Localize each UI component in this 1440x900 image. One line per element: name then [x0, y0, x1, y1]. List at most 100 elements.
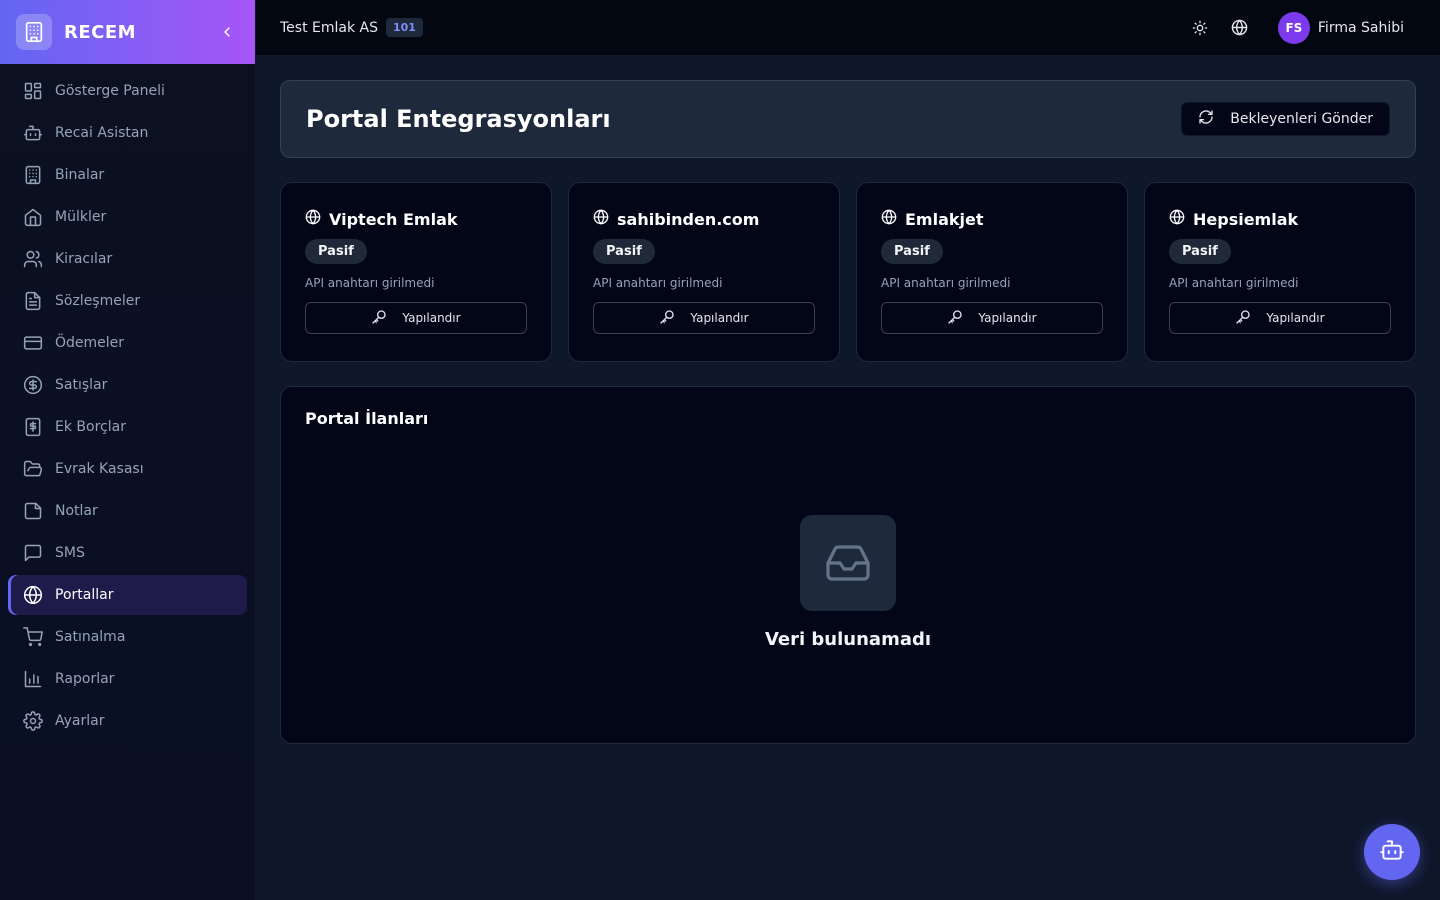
topbar-actions: FS Firma Sahibi	[1176, 11, 1416, 44]
listings-title: Portal İlanları	[305, 409, 429, 428]
page-title: Portal Entegrasyonları	[306, 105, 611, 133]
sidebar-item-label: Satınalma	[55, 629, 126, 645]
status-badge: Pasif	[1169, 239, 1231, 264]
configure-button[interactable]: Yapılandır	[881, 302, 1103, 334]
sidebar-item-label: Sözleşmeler	[55, 293, 141, 309]
portal-card-header: Hepsiemlak	[1169, 209, 1391, 229]
globe-icon	[881, 209, 897, 229]
brand-name: RECEM	[64, 21, 137, 43]
sidebar-item-recai-asistan[interactable]: Recai Asistan	[8, 113, 247, 153]
portal-card-header: Viptech Emlak	[305, 209, 527, 229]
sidebar-item-ayarlar[interactable]: Ayarlar	[8, 701, 247, 741]
sidebar-item-notlar[interactable]: Notlar	[8, 491, 247, 531]
sidebar-item-satinalma[interactable]: Satınalma	[8, 617, 247, 657]
receipt-dollar-icon	[22, 416, 44, 438]
brand-header: RECEM	[0, 0, 255, 64]
status-badge: Pasif	[593, 239, 655, 264]
configure-button[interactable]: Yapılandır	[1169, 302, 1391, 334]
portal-card-header: Emlakjet	[881, 209, 1103, 229]
globe-icon	[305, 209, 321, 229]
sidebar-item-label: Recai Asistan	[55, 125, 149, 141]
sidebar-item-portallar[interactable]: Portallar	[8, 575, 247, 615]
configure-button[interactable]: Yapılandır	[593, 302, 815, 334]
key-icon	[659, 309, 675, 328]
portal-card-emlakjet: Emlakjet Pasif API anahtarı girilmedi Ya…	[856, 182, 1128, 362]
status-badge: Pasif	[881, 239, 943, 264]
api-key-note: API anahtarı girilmedi	[593, 276, 723, 290]
sidebar-item-label: Evrak Kasası	[55, 461, 144, 477]
bar-chart-icon	[22, 668, 44, 690]
shopping-cart-icon	[22, 626, 44, 648]
sticky-note-icon	[22, 500, 44, 522]
sidebar-item-label: Ayarlar	[55, 713, 105, 729]
api-key-note: API anahtarı girilmedi	[881, 276, 1011, 290]
dashboard-grid-icon	[22, 80, 44, 102]
send-pending-label: Bekleyenleri Gönder	[1230, 111, 1373, 127]
credit-card-icon	[22, 332, 44, 354]
globe-icon	[1169, 209, 1185, 229]
portal-name: Emlakjet	[905, 209, 984, 229]
sidebar-item-raporlar[interactable]: Raporlar	[8, 659, 247, 699]
configure-label: Yapılandır	[1266, 311, 1325, 325]
sidebar-item-satislar[interactable]: Satışlar	[8, 365, 247, 405]
bot-icon	[1379, 837, 1405, 867]
assistant-fab-button[interactable]	[1364, 824, 1420, 880]
refresh-icon	[1198, 109, 1214, 129]
sidebar-item-label: Binalar	[55, 167, 105, 183]
portal-card-hepsiemlak: Hepsiemlak Pasif API anahtarı girilmedi …	[1144, 182, 1416, 362]
sidebar-item-gosterge-paneli[interactable]: Gösterge Paneli	[8, 71, 247, 111]
sidebar-item-binalar[interactable]: Binalar	[8, 155, 247, 195]
portal-name: Viptech Emlak	[329, 209, 458, 229]
avatar: FS	[1277, 11, 1310, 44]
sidebar: RECEM Gösterge Paneli Recai Asistan Bina…	[0, 0, 256, 900]
sidebar-item-label: Raporlar	[55, 671, 115, 687]
portal-listings: Portal İlanları Veri bulunamadı	[280, 386, 1416, 744]
sidebar-item-label: Portallar	[55, 587, 114, 603]
sidebar-item-label: Satışlar	[55, 377, 108, 393]
globe-icon	[593, 209, 609, 229]
send-pending-button[interactable]: Bekleyenleri Gönder	[1181, 102, 1390, 136]
topbar: Test Emlak AS 101 FS Firma Sahibi	[256, 0, 1440, 56]
sidebar-item-mulkler[interactable]: Mülkler	[8, 197, 247, 237]
portal-card-header: sahibinden.com	[593, 209, 815, 229]
dollar-circle-icon	[22, 374, 44, 396]
sidebar-item-label: SMS	[55, 545, 85, 561]
sidebar-item-label: Ödemeler	[55, 335, 125, 351]
folder-open-icon	[22, 458, 44, 480]
empty-state-text: Veri bulunamadı	[764, 629, 932, 650]
portal-name: Hepsiemlak	[1193, 209, 1299, 229]
page-header: Portal Entegrasyonları Bekleyenleri Gönd…	[280, 80, 1416, 158]
building-icon	[22, 164, 44, 186]
settings-gear-icon	[22, 710, 44, 732]
status-badge: Pasif	[305, 239, 367, 264]
configure-label: Yapılandır	[978, 311, 1037, 325]
key-icon	[1235, 309, 1251, 328]
configure-label: Yapılandır	[690, 311, 749, 325]
sidebar-item-label: Notlar	[55, 503, 98, 519]
chevron-left-icon[interactable]	[215, 20, 239, 44]
api-key-note: API anahtarı girilmedi	[1169, 276, 1299, 290]
inbox-icon	[800, 515, 896, 611]
message-square-icon	[22, 542, 44, 564]
key-icon	[947, 309, 963, 328]
home-icon	[22, 206, 44, 228]
portal-name: sahibinden.com	[617, 209, 760, 229]
company-name: Test Emlak AS	[280, 19, 378, 36]
users-icon	[22, 248, 44, 270]
sidebar-item-sms[interactable]: SMS	[8, 533, 247, 573]
configure-button[interactable]: Yapılandır	[305, 302, 527, 334]
portal-card-sahibinden: sahibinden.com Pasif API anahtarı girilm…	[568, 182, 840, 362]
sidebar-item-label: Kiracılar	[55, 251, 113, 267]
sidebar-item-evrak-kasasi[interactable]: Evrak Kasası	[8, 449, 247, 489]
sidebar-item-odemeler[interactable]: Ödemeler	[8, 323, 247, 363]
sidebar-item-sozlesmeler[interactable]: Sözleşmeler	[8, 281, 247, 321]
sidebar-item-kiracilar[interactable]: Kiracılar	[8, 239, 247, 279]
user-menu[interactable]: FS Firma Sahibi	[1277, 11, 1404, 44]
portal-card-viptech: Viptech Emlak Pasif API anahtarı girilme…	[280, 182, 552, 362]
key-icon	[371, 309, 387, 328]
api-key-note: API anahtarı girilmedi	[305, 276, 435, 290]
user-name: Firma Sahibi	[1317, 19, 1404, 36]
sun-icon[interactable]	[1184, 12, 1216, 44]
sidebar-item-ek-borclar[interactable]: Ek Borçlar	[8, 407, 247, 447]
globe-icon[interactable]	[1224, 12, 1256, 44]
